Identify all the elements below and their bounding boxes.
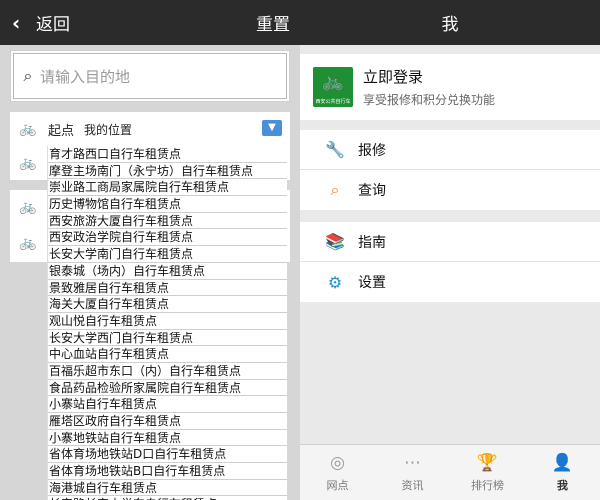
- station-option[interactable]: 海关大厦自行车租赁点: [48, 296, 287, 313]
- station-option[interactable]: 中心血站自行车租赁点: [48, 346, 287, 363]
- left-top-bar: ‹ 返回 重置: [0, 0, 300, 45]
- bike-icon: 🚲: [19, 235, 37, 251]
- page-title: 我: [441, 15, 459, 35]
- trophy-icon: 🏆: [476, 453, 499, 473]
- station-option[interactable]: 小寨站自行车租赁点: [48, 396, 287, 413]
- app-logo: 🚲 西安公共自行车: [313, 67, 353, 107]
- bike-icon: 🚲: [19, 199, 37, 215]
- tab-label: 网点: [326, 479, 349, 492]
- menu-item-guide[interactable]: 📚 指南: [300, 222, 600, 262]
- bike-icon: 🚲: [321, 71, 345, 92]
- chat-bubble-icon: ⋯: [404, 453, 421, 473]
- search-placeholder: 请输入目的地: [40, 67, 131, 86]
- reset-button[interactable]: 重置: [256, 10, 300, 35]
- login-subtitle: 享受报修和积分兑换功能: [363, 93, 496, 107]
- back-button[interactable]: ‹ 返回: [0, 0, 70, 45]
- back-label: 返回: [36, 15, 70, 35]
- chevron-down-icon[interactable]: ▼: [262, 120, 282, 136]
- settings-label: 设置: [358, 275, 386, 291]
- station-option[interactable]: 景致雅居自行车租赁点: [48, 280, 287, 297]
- station-option[interactable]: 省体育场地铁站D口自行车租赁点: [48, 446, 287, 464]
- station-dropdown-list[interactable]: 育才路西口自行车租赁点 摩登主场南门（永宁坊）自行车租赁点 崇业路工商局家属院自行车…: [47, 146, 287, 500]
- station-option[interactable]: 长安路长安大学东自行车租赁点: [48, 496, 287, 500]
- service-group: 🔧 报修 ⌕ 查询: [300, 130, 600, 210]
- me-screen: 我 🚲 西安公共自行车 立即登录 享受报修和积分兑换功能 🔧 报修 ⌕ 查询 📚…: [300, 0, 600, 500]
- menu-item-repair[interactable]: 🔧 报修: [300, 130, 600, 170]
- station-option[interactable]: 西安旅游大厦自行车租赁点: [48, 213, 287, 230]
- station-option[interactable]: 雁塔区政府自行车租赁点: [48, 413, 287, 430]
- info-group: 📚 指南 ⚙ 设置: [300, 222, 600, 302]
- station-option[interactable]: 西安政治学院自行车租赁点: [48, 229, 287, 247]
- menu-item-settings[interactable]: ⚙ 设置: [300, 262, 600, 302]
- gear-icon: ⚙: [327, 272, 343, 292]
- tab-label: 排行榜: [471, 479, 504, 492]
- logo-text: 西安公共自行车: [315, 99, 351, 105]
- station-option[interactable]: 长安大学西门自行车租赁点: [48, 330, 287, 347]
- tab-news[interactable]: ⋯ 资讯: [375, 445, 450, 500]
- wrench-icon: 🔧: [325, 140, 345, 159]
- destination-search[interactable]: ⌕ 请输入目的地: [10, 50, 290, 102]
- station-option[interactable]: 小寨地铁站自行车租赁点: [48, 430, 287, 447]
- bike-icon: 🚲: [19, 121, 37, 137]
- station-option[interactable]: 长安大学南门自行车租赁点: [48, 246, 287, 263]
- station-option[interactable]: 崇业路工商局家属院自行车租赁点: [48, 179, 287, 197]
- station-option[interactable]: 食品药品检验所家属院自行车租赁点: [48, 380, 287, 397]
- bottom-tab-bar: ◎ 网点 ⋯ 资讯 🏆 排行榜 👤 我: [300, 444, 600, 500]
- station-option[interactable]: 摩登主场南门（永宁坊）自行车租赁点: [48, 163, 287, 180]
- tab-me[interactable]: 👤 我: [525, 445, 600, 500]
- repair-label: 报修: [358, 142, 386, 159]
- tab-stations[interactable]: ◎ 网点: [300, 445, 375, 500]
- station-option[interactable]: 历史博物馆自行车租赁点: [48, 196, 287, 213]
- station-option[interactable]: 育才路西口自行车租赁点: [48, 146, 287, 163]
- location-pin-icon: ◎: [330, 453, 345, 473]
- login-card[interactable]: 🚲 西安公共自行车 立即登录 享受报修和积分兑换功能: [300, 54, 600, 120]
- start-label: 起点: [48, 123, 75, 139]
- route-screen: ‹ 返回 重置 ⌕ 请输入目的地 🚲 起点 我的位置 ▼ 🚲 🚲 🚲 育才路西口…: [0, 0, 300, 500]
- chevron-left-icon: ‹: [12, 10, 21, 35]
- search-icon: ⌕: [23, 66, 33, 85]
- query-label: 查询: [358, 183, 386, 199]
- search-icon: ⌕: [330, 180, 340, 199]
- station-option[interactable]: 省体育场地铁站B口自行车租赁点: [48, 463, 287, 480]
- station-option[interactable]: 观山悦自行车租赁点: [48, 313, 287, 330]
- station-option[interactable]: 海港城自行车租赁点: [48, 480, 287, 497]
- right-top-bar: 我: [300, 0, 600, 45]
- login-title: 立即登录: [363, 68, 424, 86]
- bike-icon: 🚲: [19, 155, 37, 171]
- guide-label: 指南: [358, 234, 386, 251]
- book-icon: 📚: [325, 232, 345, 251]
- menu-item-query[interactable]: ⌕ 查询: [300, 170, 600, 210]
- tab-label: 我: [557, 479, 568, 492]
- person-icon: 👤: [551, 453, 574, 473]
- tab-label: 资讯: [401, 479, 424, 492]
- station-option[interactable]: 百福乐超市东口（内）自行车租赁点: [48, 363, 287, 380]
- station-option[interactable]: 银泰城（场内）自行车租赁点: [48, 263, 287, 280]
- start-row[interactable]: 🚲 起点 我的位置 ▼: [10, 112, 290, 146]
- start-value: 我的位置: [84, 122, 133, 137]
- tab-ranking[interactable]: 🏆 排行榜: [450, 445, 525, 500]
